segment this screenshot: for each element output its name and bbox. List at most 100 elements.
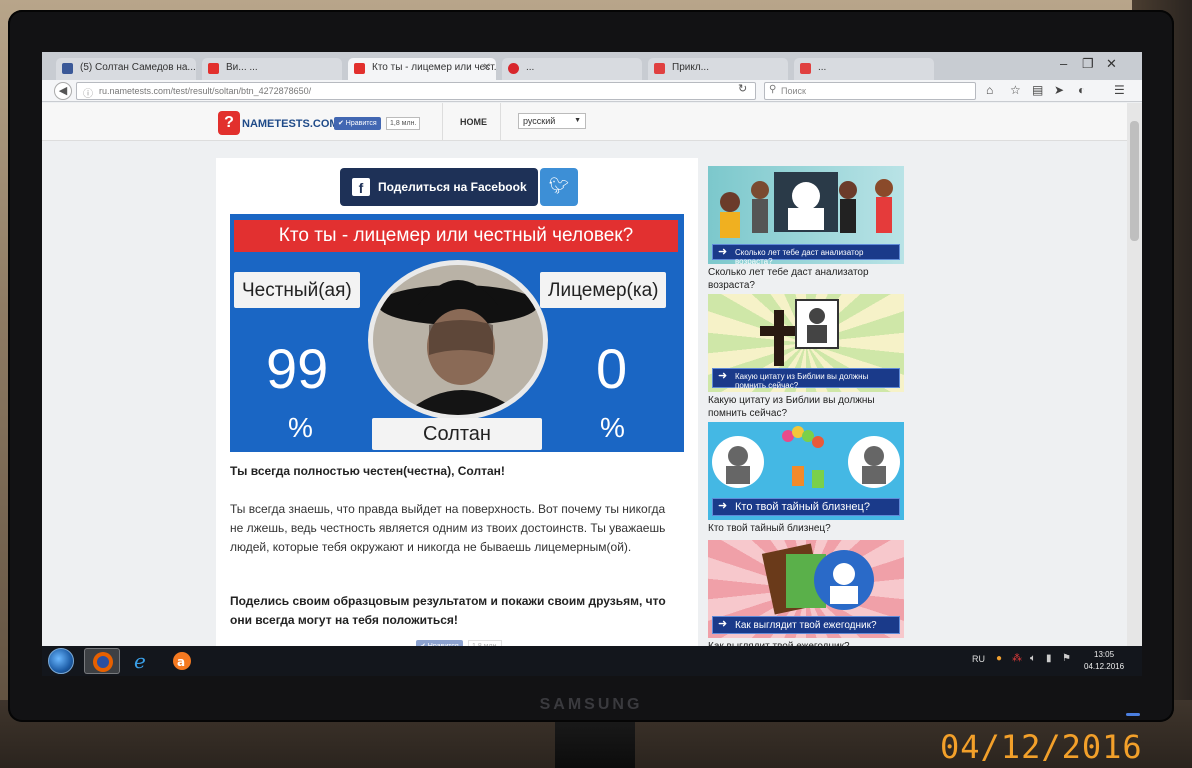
monitor-stand [555,718,635,768]
caption-text: Как выглядит твой ежегодник? [735,620,877,631]
clock-date: 04.12.2016 [1084,662,1125,671]
search-field[interactable]: ⚲ Поиск [764,82,976,100]
search-placeholder: Поиск [781,86,806,96]
browser-tab[interactable]: Ви... ... [202,58,342,80]
info-icon[interactable]: ⓘ [83,85,93,100]
browser-tab[interactable]: ... [794,58,934,80]
twitter-share-button[interactable]: 🐦︎ [540,168,578,206]
hypocrite-value: 0 [596,337,628,400]
test-caption: ➜ Сколько лет тебе даст анализатор возра… [712,244,900,264]
home-icon[interactable]: ⌂ [986,83,993,97]
test-caption: ➜ Как выглядит твой ежегодник? [712,616,900,634]
music-favicon-icon [800,63,811,74]
test-thumbnail[interactable]: ➜ Какую цитату из Библии вы должны помни… [708,294,904,392]
facebook-share-label: Поделиться на Facebook [378,180,527,194]
site-logo-text[interactable]: NAMETESTS.COM [242,118,339,130]
chevron-down-icon: ▼ [574,117,581,124]
clipboard-icon[interactable]: ▤ [1032,83,1043,97]
sync-icon[interactable]: ◐ [1078,83,1085,97]
address-bar[interactable]: ⓘ ru.nametests.com/test/result/soltan/bt… [76,82,756,100]
svg-text:a: a [177,655,185,669]
facebook-like-button[interactable]: ✔ Нравится [334,117,381,130]
honest-label: Честный(ая) [234,272,360,308]
search-icon: ⚲ [769,84,777,95]
network-icon[interactable]: ▮ [1046,653,1052,664]
facebook-favicon-icon [62,63,73,74]
internet-explorer-icon: e [134,649,146,673]
like-count: 1,8 млн. [386,117,421,130]
bookmark-star-icon[interactable]: ☆ [1010,83,1021,97]
avatar [368,260,548,420]
test-thumbnail[interactable]: ➜ Как выглядит твой ежегодник? [708,540,904,638]
test-title[interactable]: Кто твой тайный близнец? [708,522,904,535]
action-center-flag-icon[interactable]: ⚑ [1062,653,1071,664]
browser-tabbar: (5) Солтан Самедов на... Ви... ... Кто т… [42,52,1142,80]
minimize-icon[interactable]: – [1060,56,1067,71]
language-select[interactable]: русский ▼ [518,113,586,129]
sidebar-test-item[interactable]: ➜ Какую цитату из Библии вы должны помни… [708,294,904,420]
home-link[interactable]: HOME [460,117,487,127]
browser-tab-active[interactable]: Кто ты - лицемер или чест... ✕ [348,58,496,80]
tab-label: ... [526,62,535,73]
firefox-taskbar-button[interactable] [84,648,120,674]
arrow-right-icon: ➜ [718,246,728,258]
send-icon[interactable]: ➤ [1054,83,1064,97]
start-button[interactable] [48,648,74,674]
language-value: русский [523,116,556,126]
browser-navbar: ◀ ⓘ ru.nametests.com/test/result/soltan/… [42,80,1142,102]
input-language[interactable]: RU [972,654,985,664]
close-window-icon[interactable]: ✕ [1106,56,1117,72]
caption-text: Какую цитату из Библии вы должны помнить… [735,372,869,390]
profile-photo [373,265,543,415]
result-description: Ты всегда знаешь, что правда выйдет на п… [230,502,666,554]
url-text: ru.nametests.com/test/result/soltan/btn_… [99,86,312,96]
tab-label: Кто ты - лицемер или чест... [372,62,496,73]
monitor-brand: SAMSUNG [539,696,643,713]
test-thumbnail[interactable]: ➜ Сколько лет тебе даст анализатор возра… [708,166,904,264]
arrow-right-icon: ➜ [718,618,728,630]
logo-icon[interactable]: ? [218,111,240,135]
music-favicon-icon [508,63,519,74]
arrow-right-icon: ➜ [718,370,728,382]
sidebar-test-item[interactable]: ➜ Как выглядит твой ежегодник? Как выгля… [708,540,904,653]
result-card: f Поделиться на Facebook 🐦︎ Кто ты - лиц… [216,158,698,676]
svg-text:e: e [134,649,146,673]
browser-tab[interactable]: Прикл... [648,58,788,80]
taskbar-clock[interactable]: 13:05 04.12.2016 [1084,649,1124,673]
back-button[interactable]: ◀ [54,82,72,100]
screen: (5) Солтан Самедов на... Ви... ... Кто т… [42,52,1142,676]
volume-icon[interactable]: 🔈︎ [1030,653,1036,664]
close-tab-icon[interactable]: ✕ [483,62,491,73]
caption-text: Кто твой тайный близнец? [735,501,870,513]
test-caption: ➜ Кто твой тайный близнец? [712,498,900,516]
result-heading: Ты всегда полностью честен(честна), Солт… [230,464,505,478]
avast-taskbar-button[interactable]: a [164,648,200,674]
twitter-icon: 🐦︎ [548,178,570,195]
windows-taskbar: e a RU ● ⁂ 🔈︎ ▮ ⚑ 13:05 04.12.2016 [42,646,1142,676]
avast-icon: a [173,652,191,670]
sidebar-test-item[interactable]: ➜ Сколько лет тебе даст анализатор возра… [708,166,904,292]
facebook-icon: f [352,178,370,196]
tray-app-icon[interactable]: ⁂ [1012,653,1022,664]
test-thumbnail[interactable]: ➜ Кто твой тайный близнец? [708,422,904,520]
hypocrite-percent: % [600,412,625,443]
facebook-share-button[interactable]: f Поделиться на Facebook [340,168,538,206]
sidebar-test-item[interactable]: ➜ Кто твой тайный близнец? Кто твой тайн… [708,422,904,535]
site-header: ? NAMETESTS.COM ✔ Нравится 1,8 млн. HOME… [42,103,1127,141]
scroll-thumb[interactable] [1130,121,1139,241]
browser-tab[interactable]: ... [502,58,642,80]
clock-time: 13:05 [1094,650,1115,659]
header-divider [500,103,501,141]
reload-icon[interactable]: ↻ [738,82,747,95]
browser-tab[interactable]: (5) Солтан Самедов на... [56,58,196,80]
tray-app-icon[interactable]: ● [996,653,1002,664]
menu-icon[interactable]: ☰ [1114,83,1125,97]
test-title[interactable]: Какую цитату из Библии вы должны помнить… [708,394,904,420]
tab-label: Прикл... [672,62,709,73]
power-led [1126,713,1140,716]
test-title[interactable]: Сколько лет тебе даст анализатор возраст… [708,266,904,292]
maximize-icon[interactable]: ❐ [1082,56,1094,72]
page-scrollbar[interactable] [1127,103,1142,676]
ie-taskbar-button[interactable]: e [124,648,160,674]
test-caption: ➜ Какую цитату из Библии вы должны помни… [712,368,900,390]
